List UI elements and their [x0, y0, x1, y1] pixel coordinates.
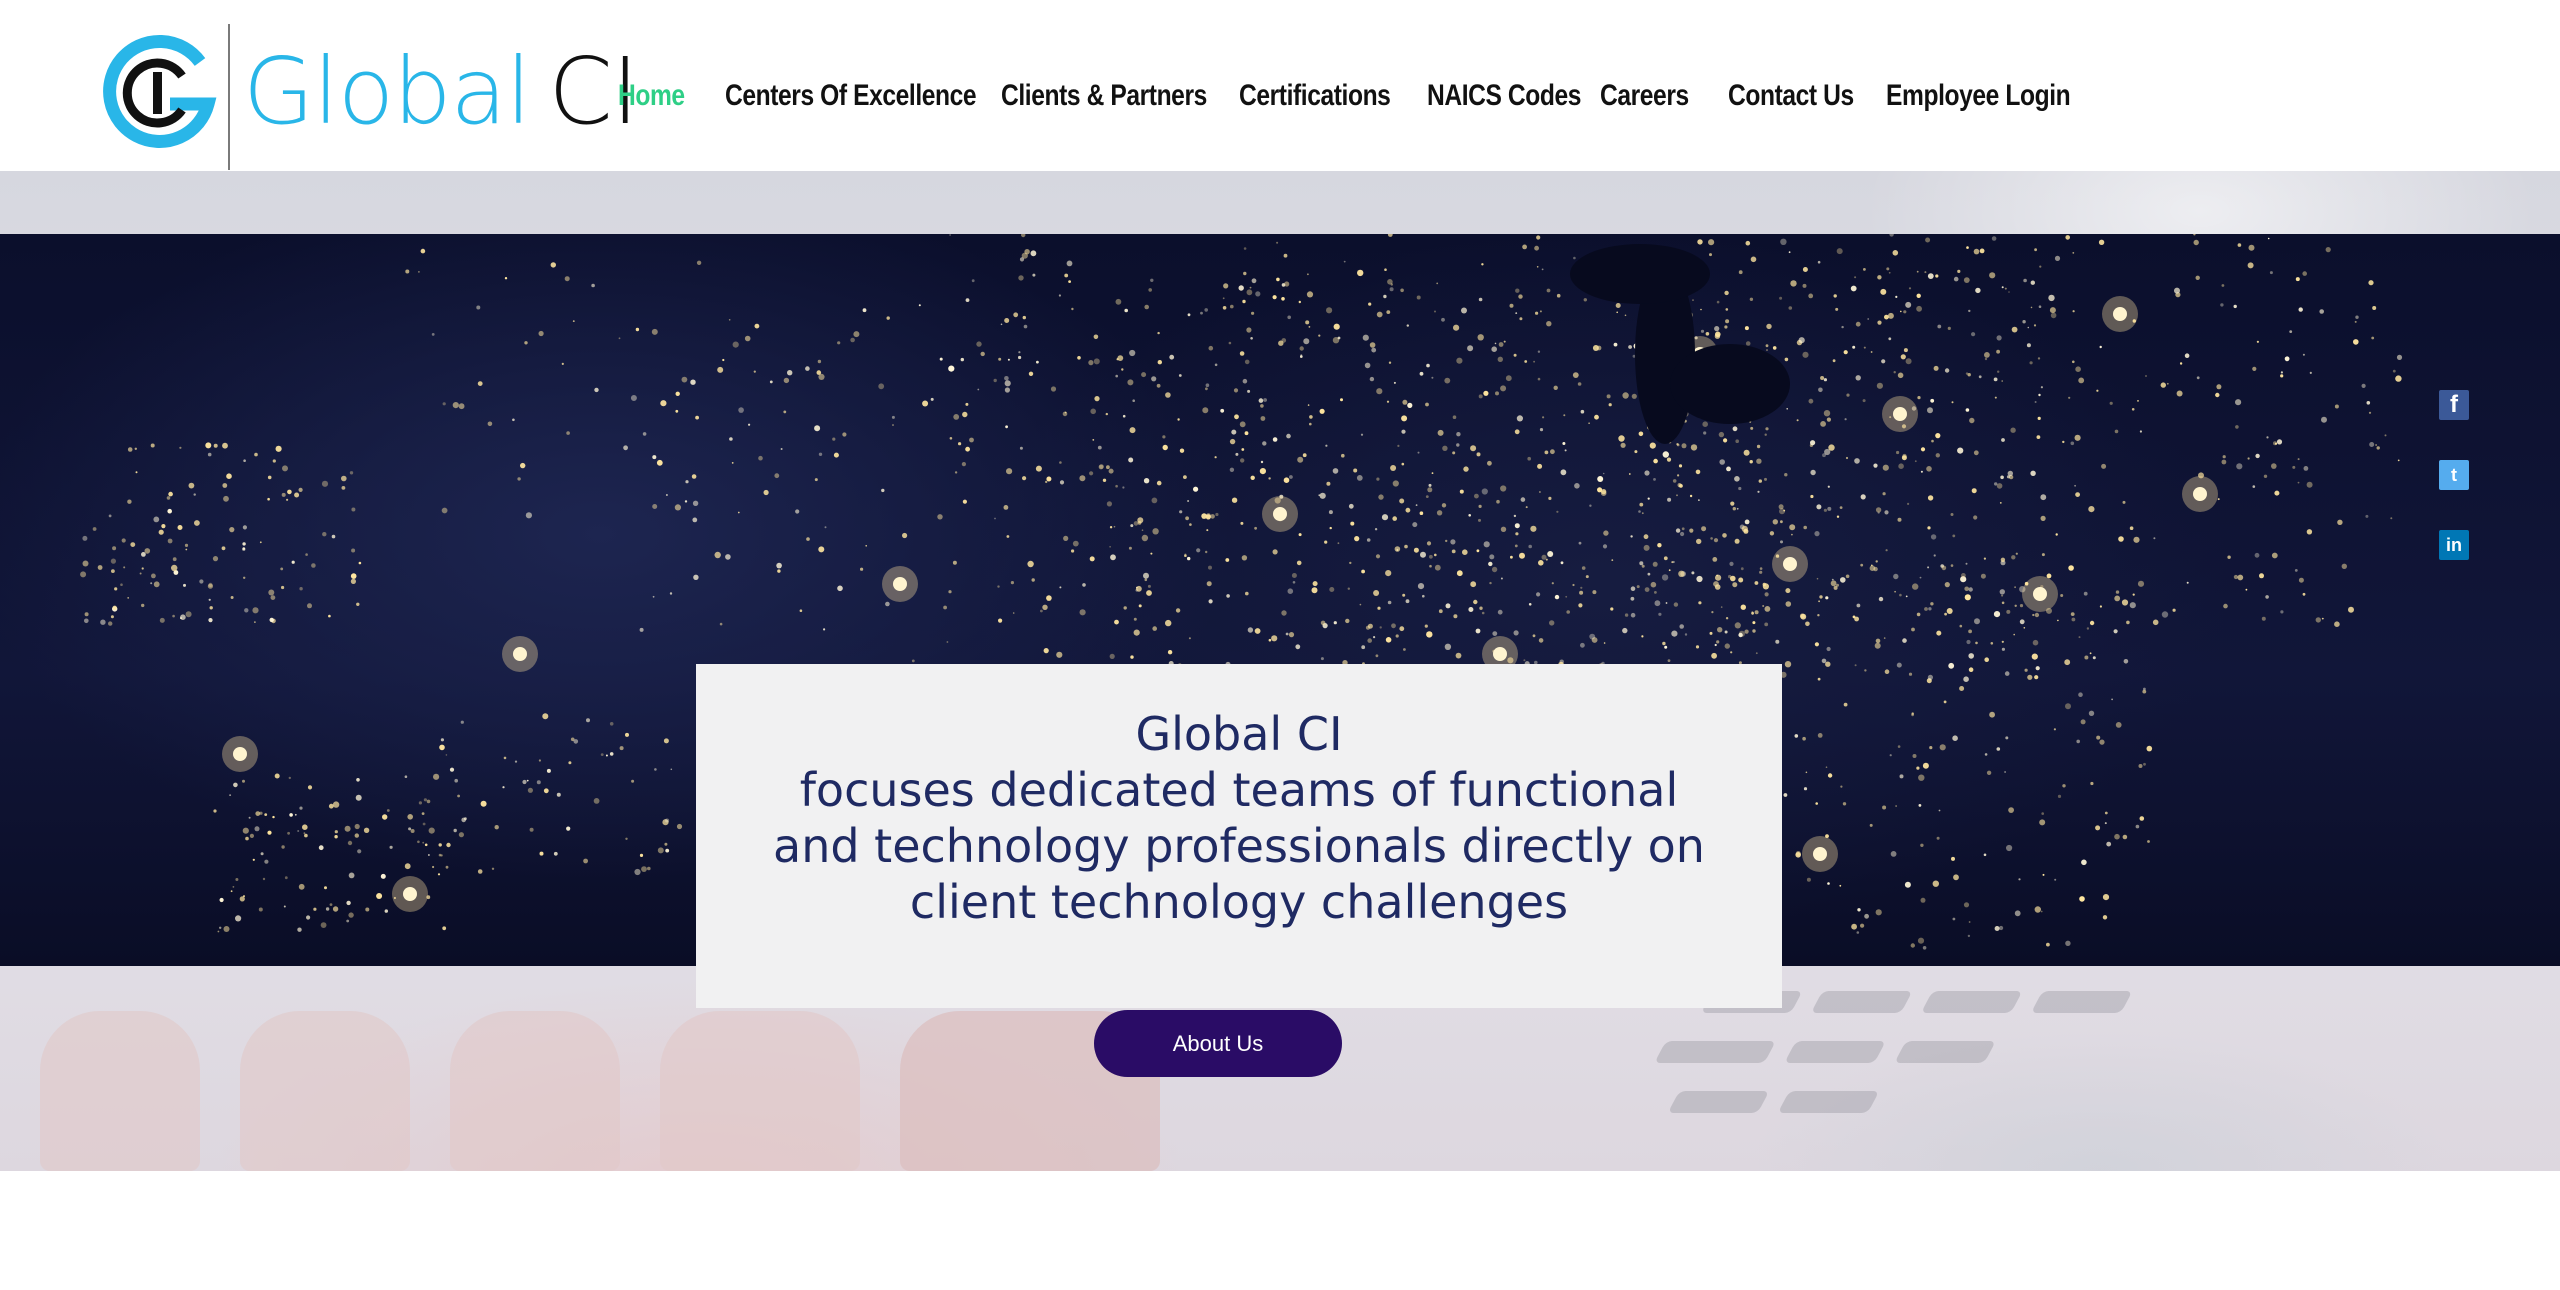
linkedin-glyph: in — [2446, 534, 2462, 555]
hero-line: client technology challenges — [909, 875, 1569, 929]
twitter-icon[interactable]: t — [2439, 460, 2469, 490]
nav-contact-us[interactable]: Contact Us — [1728, 79, 1858, 113]
hero-title: Global CI — [1135, 707, 1343, 761]
logo-mark-icon — [103, 34, 217, 148]
hands-image — [0, 1011, 1200, 1171]
site-header: Global CI Home Centers Of Excellence Clie… — [0, 0, 2560, 171]
facebook-glyph: f — [2450, 391, 2458, 418]
hero-line: focuses dedicated teams of functional — [799, 763, 1679, 817]
linkedin-icon[interactable]: in — [2439, 530, 2469, 560]
site-logo[interactable]: Global CI — [100, 24, 639, 170]
facebook-icon[interactable]: f — [2439, 390, 2469, 420]
nav-careers[interactable]: Careers — [1600, 79, 1705, 113]
nav-clients-partners[interactable]: Clients & Partners — [1001, 79, 1207, 113]
nav-naics-codes[interactable]: NAICS Codes — [1427, 79, 1581, 113]
main-nav: Home Centers Of Excellence Clients & Par… — [618, 74, 2086, 118]
hero-line: and technology professionals directly on — [773, 819, 1705, 873]
nav-centers-of-excellence[interactable]: Centers Of Excellence — [725, 79, 977, 113]
about-us-button[interactable]: About Us — [1094, 1010, 1342, 1077]
twitter-glyph: t — [2451, 464, 2457, 485]
nav-certifications[interactable]: Certifications — [1239, 79, 1393, 113]
logo-wordmark: Global CI — [243, 42, 639, 142]
nav-home[interactable]: Home — [618, 79, 706, 113]
nav-employee-login[interactable]: Employee Login — [1886, 79, 2071, 113]
logo-divider — [228, 24, 230, 170]
logo-word-primary: Global — [243, 38, 531, 145]
hero-text-card: Global CI focuses dedicated teams of fun… — [696, 664, 1782, 1008]
